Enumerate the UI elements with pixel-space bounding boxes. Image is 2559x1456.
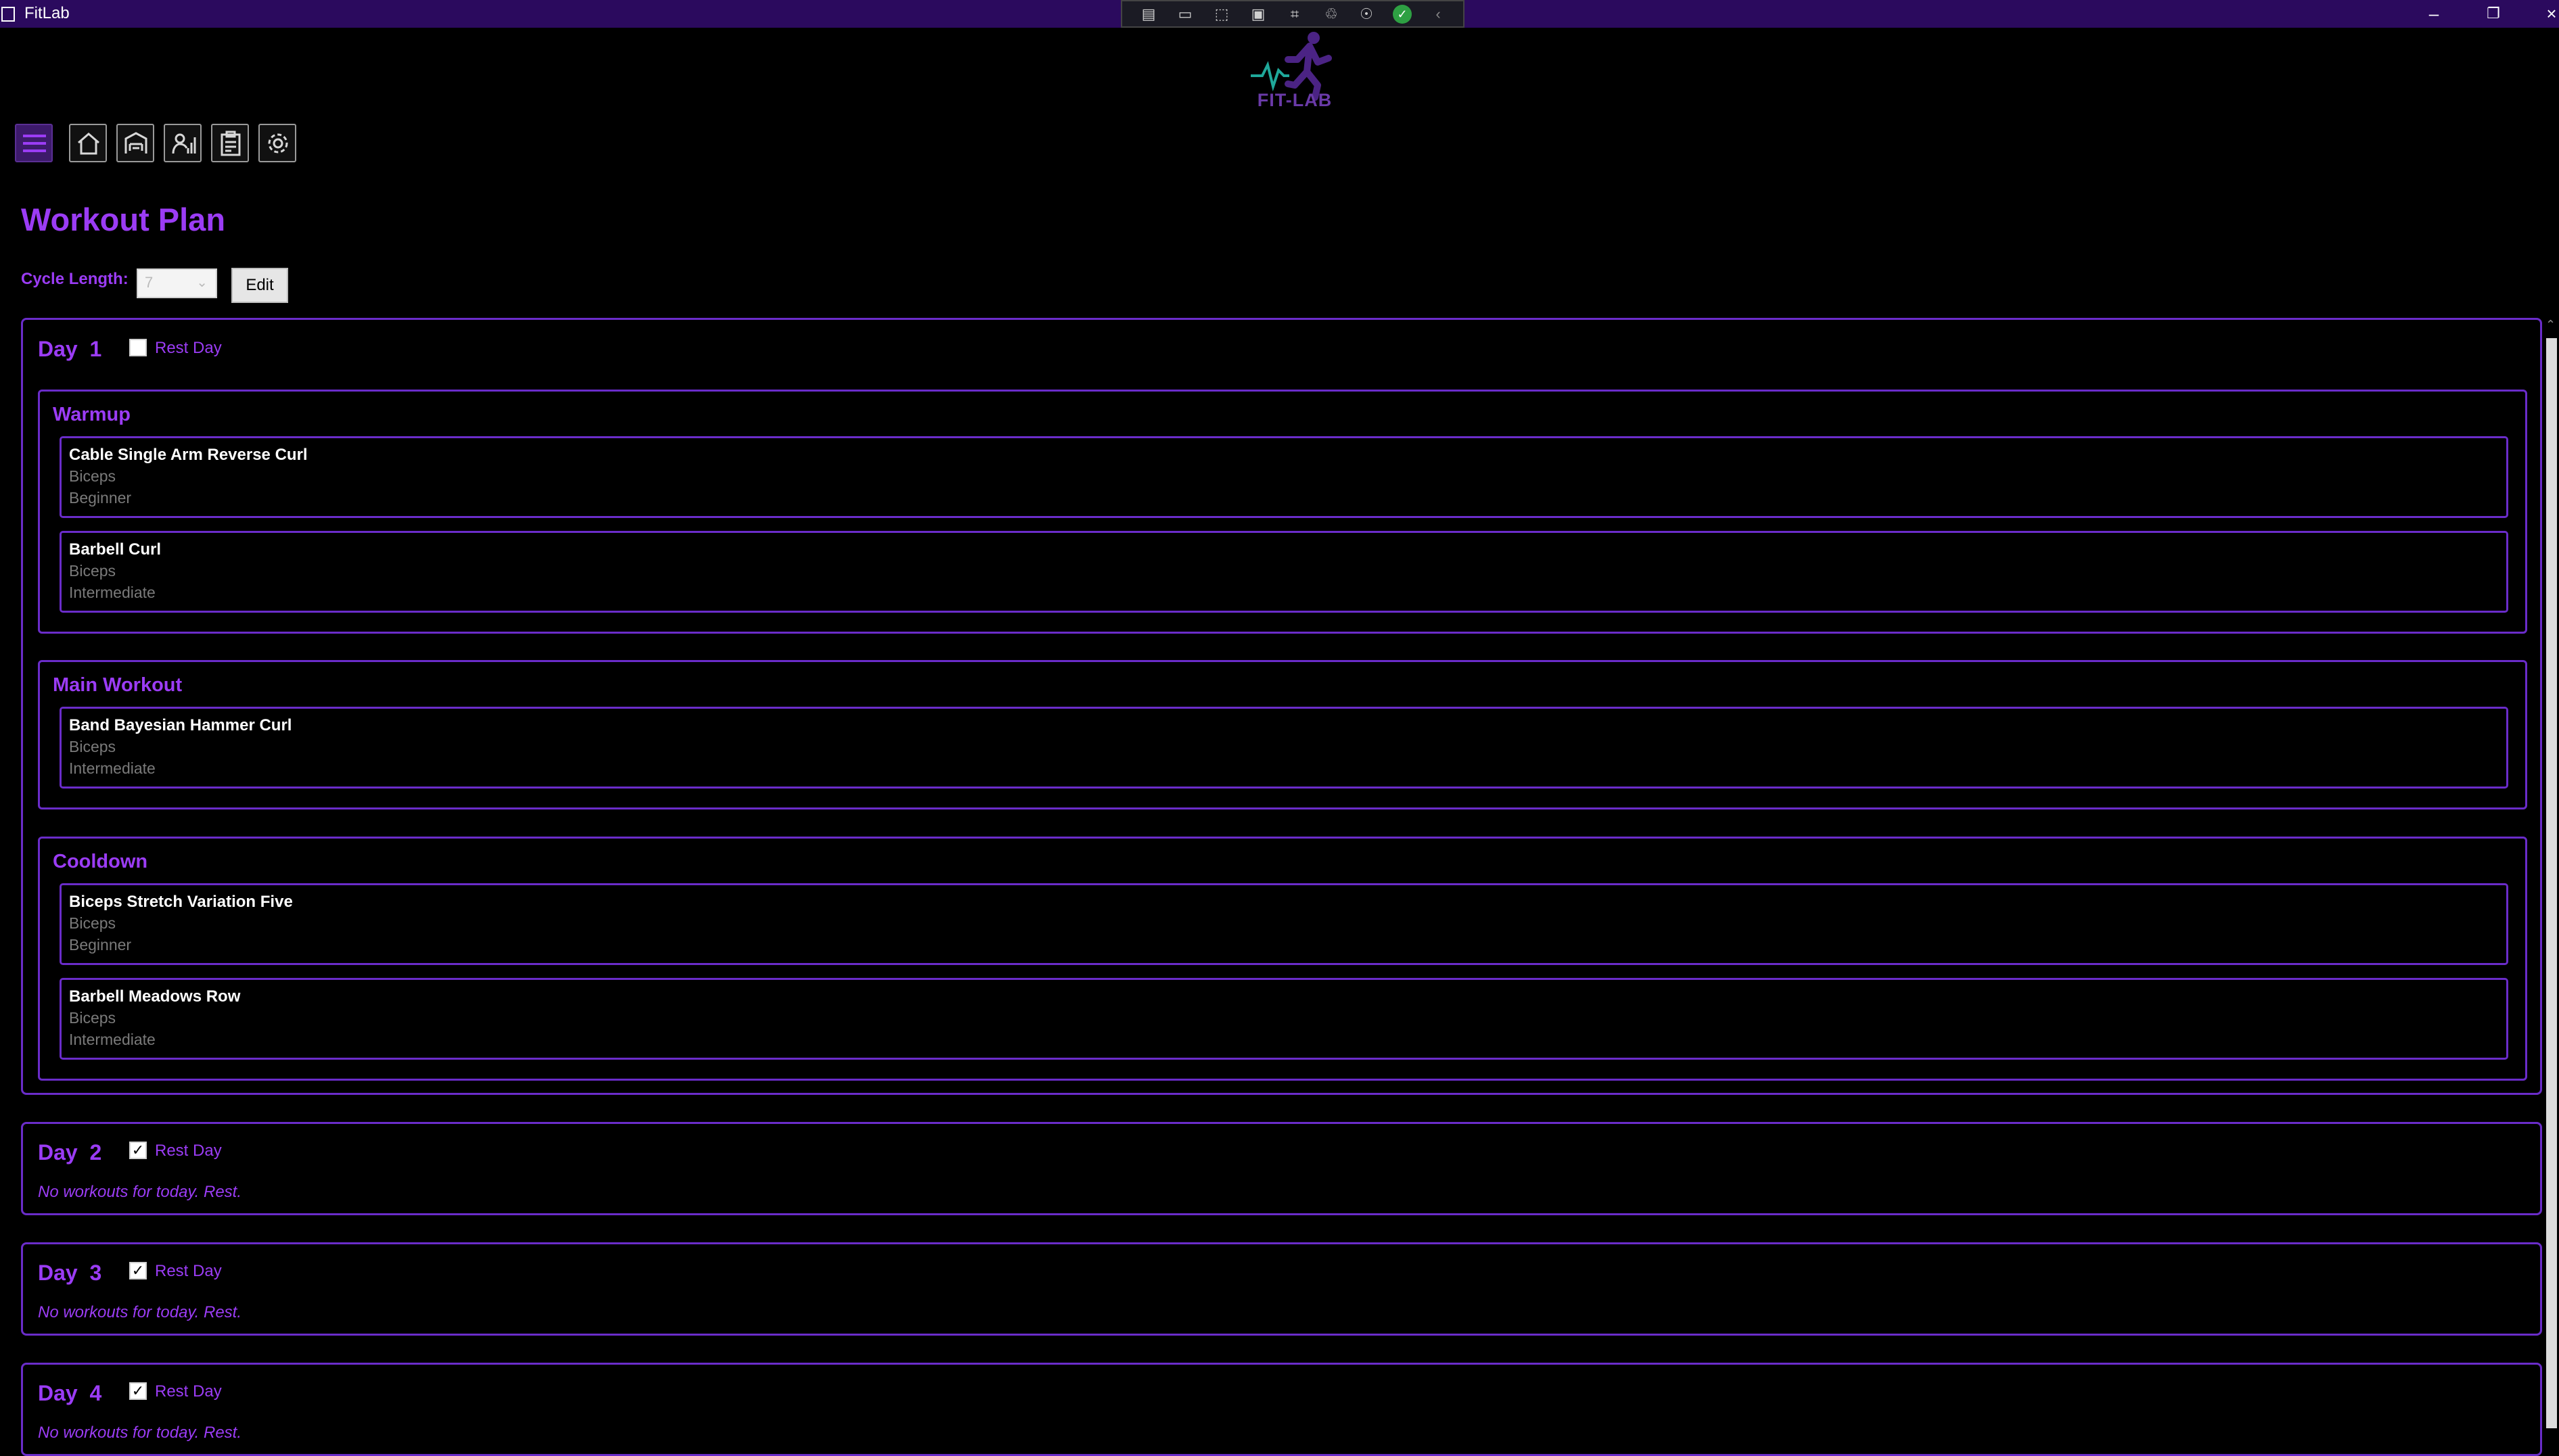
- cycle-length-value: 7: [145, 274, 154, 291]
- day-title: Day 4: [38, 1381, 101, 1406]
- track-focus-icon[interactable]: ⌗: [1285, 4, 1305, 24]
- restore-icon[interactable]: ❐: [2480, 3, 2507, 24]
- day-title: Day 3: [38, 1261, 101, 1286]
- logo-text: FIT-LAB: [1257, 90, 1333, 110]
- edit-button[interactable]: Edit: [231, 268, 288, 303]
- day-number: 3: [89, 1261, 102, 1285]
- section-main-workout: Main Workout Band Bayesian Hammer Curl B…: [38, 660, 2527, 809]
- exercise-name: Band Bayesian Hammer Curl: [69, 716, 292, 734]
- record-icon[interactable]: ▭: [1175, 4, 1195, 24]
- day-card: Day 4 ✓ Rest Day No workouts for today. …: [21, 1363, 2542, 1456]
- live-tree-icon[interactable]: ▤: [1138, 4, 1159, 24]
- home-icon: [78, 133, 99, 155]
- close-icon[interactable]: ×: [2538, 3, 2559, 24]
- app-icon: [1, 7, 15, 22]
- exercise-muscle: Biceps: [69, 1009, 116, 1027]
- page-title: Workout Plan: [21, 202, 226, 237]
- minimize-icon[interactable]: –: [2420, 3, 2447, 24]
- debug-toolbar: ▤ ▭ ⬚ ▣ ⌗ ♲ ☉ ✓ ‹: [1121, 0, 1465, 28]
- exercise-level: Beginner: [69, 936, 132, 954]
- rest-day-label: Rest Day: [155, 339, 222, 357]
- exercise-muscle: Biceps: [69, 738, 116, 755]
- cycle-length-label: Cycle Length:: [21, 270, 129, 288]
- title-bar: FitLab ▤ ▭ ⬚ ▣ ⌗ ♲ ☉ ✓ ‹ – ❐ ×: [0, 0, 2559, 28]
- exercise-card[interactable]: Biceps Stretch Variation Five Biceps Beg…: [60, 883, 2508, 965]
- select-element-icon[interactable]: ⬚: [1212, 4, 1232, 24]
- exercise-card[interactable]: Barbell Curl Biceps Intermediate: [60, 531, 2508, 613]
- settings-button[interactable]: [258, 124, 296, 162]
- exercise-muscle: Biceps: [69, 467, 116, 485]
- exercise-card[interactable]: Band Bayesian Hammer Curl Biceps Interme…: [60, 707, 2508, 789]
- gym-icon: [124, 132, 147, 154]
- home-button[interactable]: [69, 124, 107, 162]
- rest-message: No workouts for today. Rest.: [38, 1183, 242, 1201]
- window-title: FitLab: [24, 4, 70, 22]
- rest-day-label: Rest Day: [155, 1262, 222, 1280]
- exercise-level: Intermediate: [69, 1031, 156, 1048]
- day-label: Day: [38, 1140, 78, 1165]
- exercise-name: Biceps Stretch Variation Five: [69, 893, 293, 911]
- gym-button[interactable]: [116, 124, 154, 162]
- display-layout-icon[interactable]: ▣: [1248, 4, 1268, 24]
- rest-message: No workouts for today. Rest.: [38, 1303, 242, 1321]
- rest-day-checkbox[interactable]: ✓: [129, 1262, 147, 1279]
- exercise-card[interactable]: Barbell Meadows Row Biceps Intermediate: [60, 978, 2508, 1060]
- day-label: Day: [38, 1261, 78, 1285]
- hamburger-icon: [23, 135, 46, 152]
- rest-day-checkbox[interactable]: ✓: [129, 1142, 147, 1159]
- collapse-icon[interactable]: ‹: [1428, 4, 1448, 24]
- section-title: Main Workout: [53, 674, 183, 696]
- exercise-name: Barbell Meadows Row: [69, 987, 241, 1006]
- settings-icon: [268, 133, 288, 154]
- hot-reload-icon[interactable]: ♲: [1321, 4, 1341, 24]
- section-warmup: Warmup Cable Single Arm Reverse Curl Bic…: [38, 390, 2527, 634]
- progress-button[interactable]: [164, 124, 202, 162]
- rest-day-checkbox[interactable]: [129, 339, 147, 356]
- exercise-level: Intermediate: [69, 584, 156, 601]
- day-label: Day: [38, 1381, 78, 1405]
- rest-day-label: Rest Day: [155, 1142, 222, 1160]
- scrollbar-thumb[interactable]: [2546, 338, 2557, 1428]
- day-card: Day 3 ✓ Rest Day No workouts for today. …: [21, 1242, 2542, 1336]
- rest-day-label: Rest Day: [155, 1382, 222, 1401]
- day-card: Day 2 ✓ Rest Day No workouts for today. …: [21, 1122, 2542, 1215]
- day-number: 4: [89, 1381, 102, 1405]
- day-title: Day 1: [38, 337, 101, 362]
- section-cooldown: Cooldown Biceps Stretch Variation Five B…: [38, 837, 2527, 1081]
- exercise-card[interactable]: Cable Single Arm Reverse Curl Biceps Beg…: [60, 436, 2508, 518]
- day-title: Day 2: [38, 1140, 101, 1165]
- exercise-name: Barbell Curl: [69, 540, 162, 559]
- exercise-level: Intermediate: [69, 759, 156, 777]
- clipboard-icon: [221, 131, 241, 156]
- section-title: Cooldown: [53, 851, 148, 872]
- exercise-muscle: Biceps: [69, 914, 116, 932]
- exercise-muscle: Biceps: [69, 562, 116, 580]
- menu-button[interactable]: [15, 124, 53, 162]
- rest-day-checkbox[interactable]: ✓: [129, 1382, 147, 1400]
- accessibility-icon[interactable]: ☉: [1356, 4, 1377, 24]
- day-number: 2: [89, 1140, 102, 1165]
- exercise-name: Cable Single Arm Reverse Curl: [69, 446, 308, 464]
- day-card: Day 1 Rest Day Warmup Cable Single Arm R…: [21, 318, 2542, 1095]
- cycle-length-select[interactable]: 7 ⌄: [137, 268, 217, 298]
- chevron-down-icon: ⌄: [196, 275, 208, 290]
- section-title: Warmup: [53, 404, 131, 425]
- plan-button[interactable]: [211, 124, 249, 162]
- day-number: 1: [89, 337, 102, 361]
- exercise-level: Beginner: [69, 489, 132, 507]
- day-label: Day: [38, 337, 78, 361]
- check-icon[interactable]: ✓: [1393, 5, 1412, 24]
- scroll-up-icon[interactable]: ⌃: [2542, 318, 2559, 338]
- progress-icon: [172, 133, 196, 154]
- rest-message: No workouts for today. Rest.: [38, 1424, 242, 1442]
